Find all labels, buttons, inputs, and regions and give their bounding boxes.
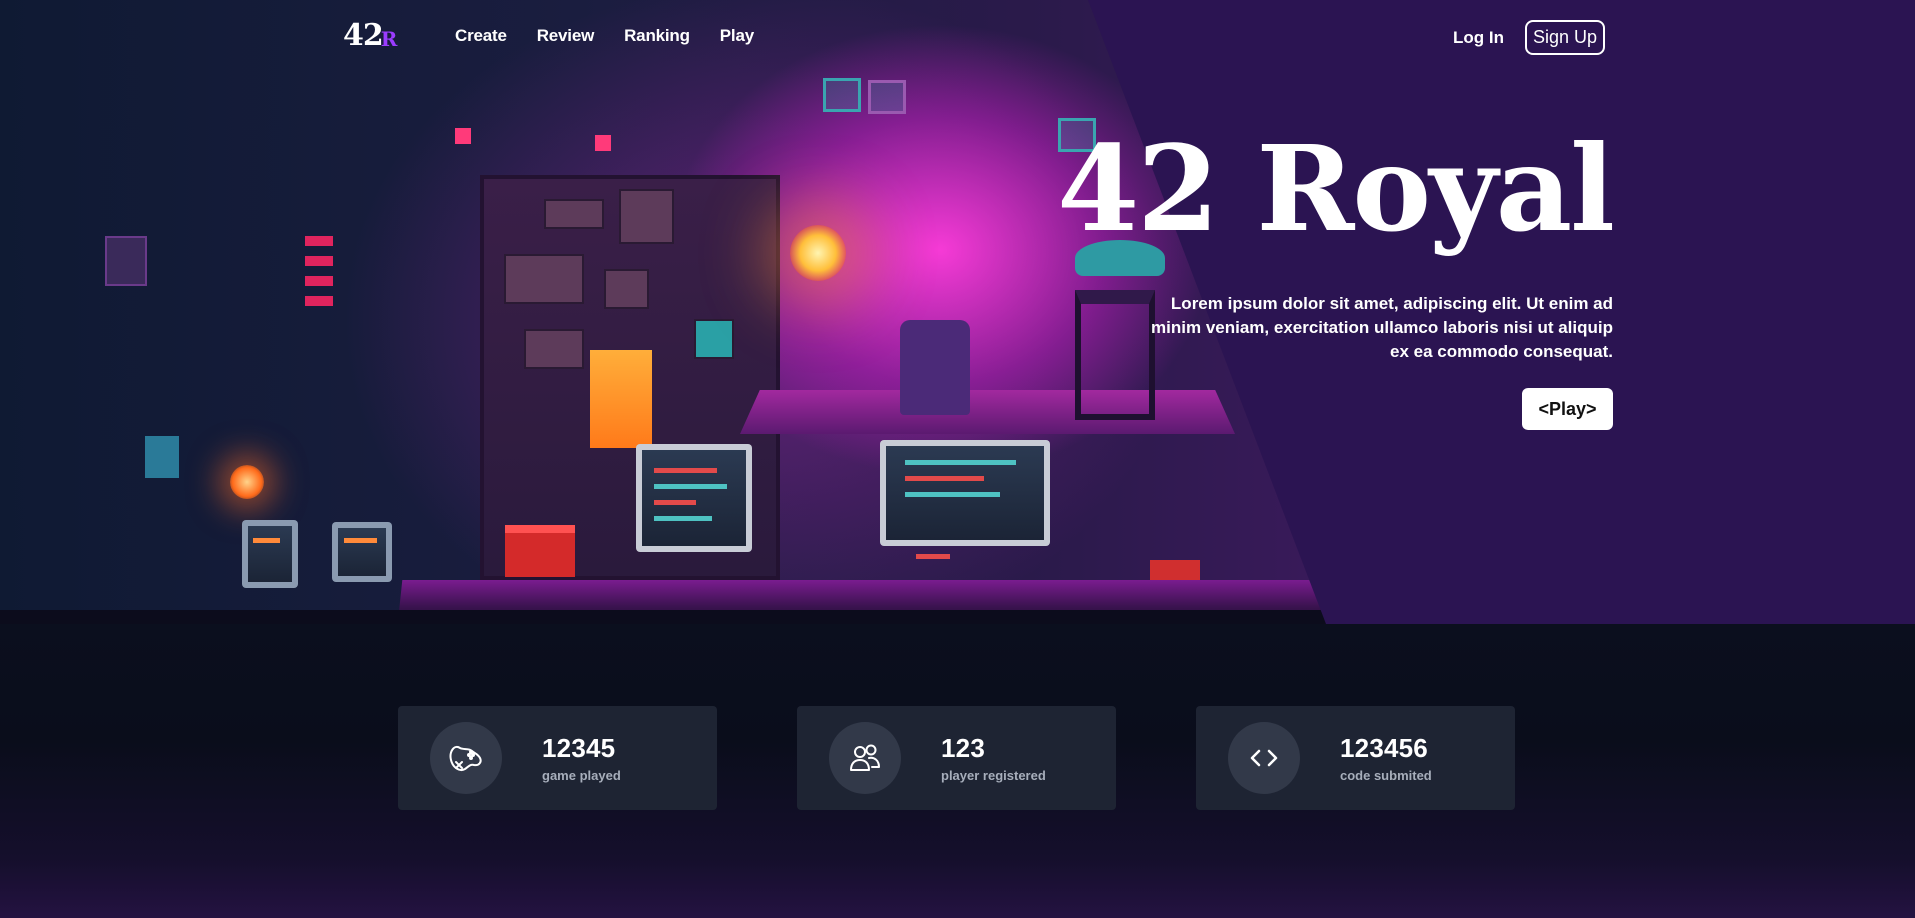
code-icon [1250,749,1278,767]
stat-label: game played [542,768,621,783]
illustration-decor [305,236,333,306]
illustration-monitor [242,520,298,588]
stat-value: 12345 [542,733,616,763]
stat-value: 123456 [1340,733,1428,763]
illustration-hanging-frame [823,78,861,112]
site-logo[interactable]: 42 R [343,18,397,53]
illustration-small-lamp [230,465,264,499]
illustration-monitor [636,444,752,552]
stat-card-code: 123456 code submited [1196,706,1515,810]
stat-card-games: 12345 game played [398,706,717,810]
users-icon [850,744,880,771]
nav-play[interactable]: Play [720,26,754,46]
stat-value: 123 [941,733,985,763]
gamepad-icon [449,746,482,771]
illustration-orange-door [590,350,652,448]
illustration-glow-lamp [790,225,846,281]
illustration-monitor [880,440,1050,559]
logo-number: 42 [343,18,384,53]
stat-icon-circle [1228,722,1300,794]
stat-icon-circle [829,722,901,794]
hero-illustration [0,0,1915,624]
nav-create[interactable]: Create [455,26,507,46]
illustration-decor [595,135,611,151]
hero-title: 42 Royal [1057,119,1615,258]
logo-letter: R [380,27,398,51]
illustration-hanging-frame [868,80,906,114]
stat-icon-circle [430,722,502,794]
stat-label: player registered [941,768,1046,783]
nav-ranking[interactable]: Ranking [624,26,690,46]
login-link[interactable]: Log In [1453,28,1504,48]
illustration-decor [455,128,471,144]
nav-review[interactable]: Review [537,26,595,46]
signup-button[interactable]: Sign Up [1525,20,1605,55]
illustration-platform [740,390,1235,434]
illustration-chair [900,320,970,415]
stat-label: code submited [1340,768,1432,783]
hero-description: Lorem ipsum dolor sit amet, adipiscing e… [1151,294,1613,361]
stat-card-players: 123 player registered [797,706,1116,810]
illustration-monitor [332,522,392,582]
illustration-red-box [505,525,575,577]
illustration-decor [105,236,147,286]
play-button[interactable]: <Play> [1522,388,1613,430]
main-nav: Create Review Ranking Play [455,26,784,46]
illustration-decor [145,436,179,478]
